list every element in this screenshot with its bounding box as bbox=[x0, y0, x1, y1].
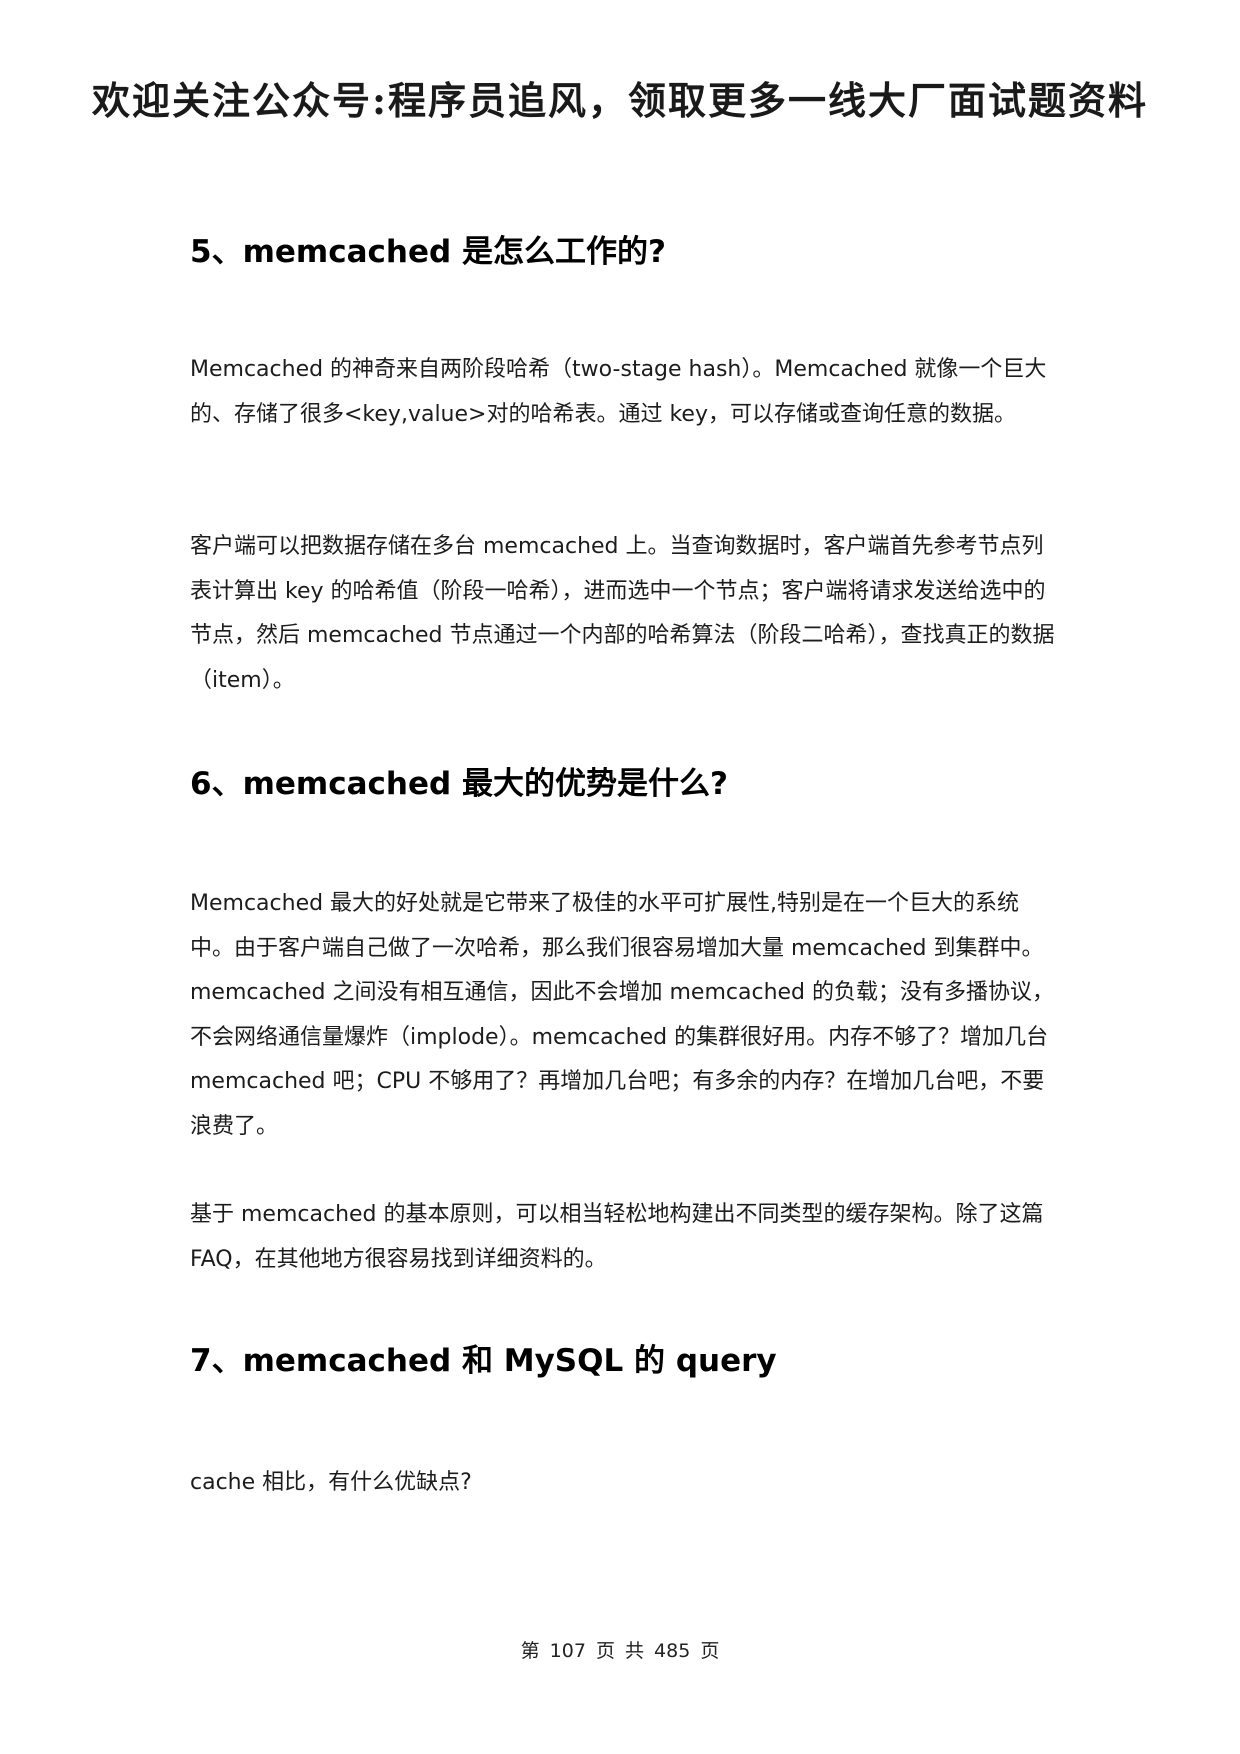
paragraph: Memcached 的神奇来自两阶段哈希（two-stage hash）。Mem… bbox=[190, 357, 1047, 427]
paragraph: Memcached 最大的好处就是它带来了极佳的水平可扩展性,特别是在一个巨大的… bbox=[190, 891, 1055, 1139]
paragraph: cache 相比，有什么优缺点? bbox=[190, 1470, 472, 1495]
watermark-banner: 欢迎关注公众号:程序员追风，领取更多一线大厂面试题资料 bbox=[91, 78, 1149, 123]
paragraph: 客户端可以把数据存储在多台 memcached 上。当查询数据时，客户端首先参考… bbox=[190, 534, 1055, 693]
paragraph: 基于 memcached 的基本原则，可以相当轻松地构建出不同类型的缓存架构。除… bbox=[190, 1202, 1044, 1272]
page-number: 第 107 页 共 485 页 bbox=[520, 1640, 720, 1662]
section-heading: 6、memcached 最大的优势是什么? bbox=[190, 766, 728, 802]
section-heading: 7、memcached 和 MySQL 的 query bbox=[190, 1343, 777, 1379]
section-heading: 5、memcached 是怎么工作的? bbox=[190, 234, 666, 270]
